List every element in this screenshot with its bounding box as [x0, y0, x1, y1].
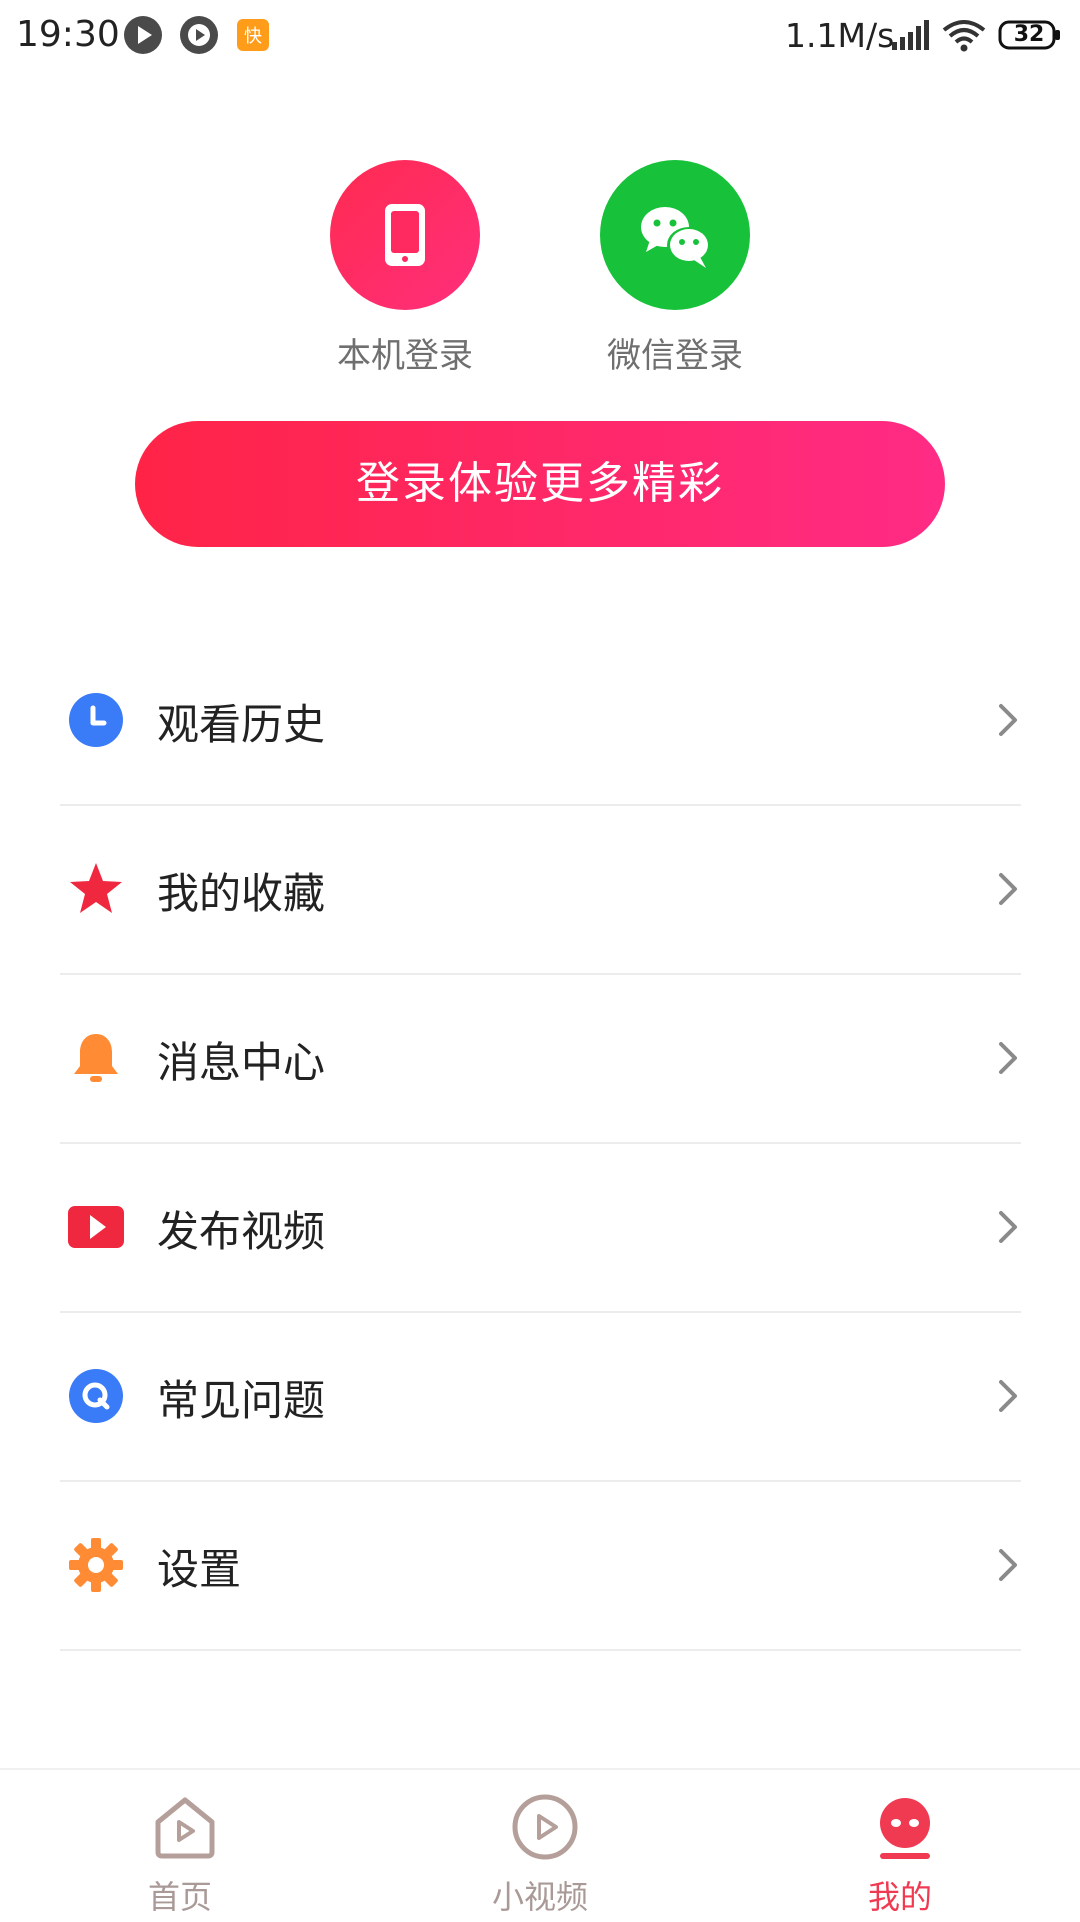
signal-icon [892, 20, 929, 50]
app-badge-icon: 快 [237, 19, 269, 51]
gear-icon [69, 1538, 123, 1592]
home-icon [155, 1797, 215, 1859]
bell-icon [74, 1034, 118, 1082]
nav-tab-short-video[interactable]: 小视频 [460, 1770, 620, 1922]
profile-face-icon [880, 1798, 930, 1859]
phone-login-label: 本机登录 [337, 336, 473, 376]
menu-item-settings[interactable]: 设置 [60, 1482, 1021, 1651]
phone-login-button[interactable] [330, 160, 480, 310]
wechat-login-button[interactable] [600, 160, 750, 310]
phone-login-option[interactable]: 本机登录 [305, 160, 505, 377]
wechat-login-option[interactable]: 微信登录 [575, 160, 775, 377]
video-play-icon [68, 1206, 124, 1248]
play-circle-icon [512, 1794, 578, 1860]
menu-item-label: 发布视频 [157, 1207, 326, 1256]
menu-item-message-center[interactable]: 消息中心 [60, 975, 1021, 1144]
menu-list: 观看历史 我的收藏 消息中心 发布视频 常见问题 设置 [60, 637, 1021, 1651]
menu-item-label: 观看历史 [157, 700, 326, 749]
svg-text:快: 快 [244, 26, 262, 47]
chevron-right-icon [999, 873, 1017, 905]
clock-icon [69, 693, 123, 747]
menu-item-label: 消息中心 [157, 1038, 326, 1087]
menu-item-label: 设置 [157, 1545, 242, 1594]
menu-item-watch-history[interactable]: 观看历史 [60, 637, 1021, 806]
nav-tab-home[interactable]: 首页 [100, 1770, 260, 1922]
wifi-icon [942, 20, 986, 52]
menu-item-favorites[interactable]: 我的收藏 [60, 806, 1021, 975]
play-circle-icon [124, 16, 162, 54]
video-gear-icon [180, 16, 218, 54]
star-icon [70, 863, 122, 913]
nav-tab-label: 首页 [147, 1878, 212, 1916]
menu-item-publish-video[interactable]: 发布视频 [60, 1144, 1021, 1313]
question-icon [69, 1369, 123, 1423]
menu-item-label: 常见问题 [157, 1376, 326, 1425]
network-speed: 1.1M/s [785, 16, 895, 55]
nav-tab-label: 小视频 [491, 1878, 588, 1916]
chevron-right-icon [999, 1380, 1017, 1412]
login-main-button[interactable]: 登录体验更多精彩 [135, 421, 945, 547]
status-time: 19:30 [16, 14, 120, 55]
phone-icon [385, 204, 425, 266]
battery-icon: 32 [998, 20, 1062, 50]
chevron-right-icon [999, 1549, 1017, 1581]
wechat-login-label: 微信登录 [607, 336, 743, 376]
menu-item-label: 我的收藏 [157, 869, 326, 918]
chevron-right-icon [999, 1211, 1017, 1243]
bottom-nav: 首页 小视频 我的 [0, 1768, 1080, 1922]
menu-item-faq[interactable]: 常见问题 [60, 1313, 1021, 1482]
chevron-right-icon [999, 1042, 1017, 1074]
nav-tab-label: 我的 [867, 1878, 932, 1916]
nav-tab-mine[interactable]: 我的 [820, 1770, 980, 1922]
wechat-icon [641, 207, 711, 268]
chevron-right-icon [999, 704, 1017, 736]
battery-level: 32 [1013, 22, 1045, 47]
status-bar: 19:30 快 1.1M/s 32 [0, 0, 1080, 72]
